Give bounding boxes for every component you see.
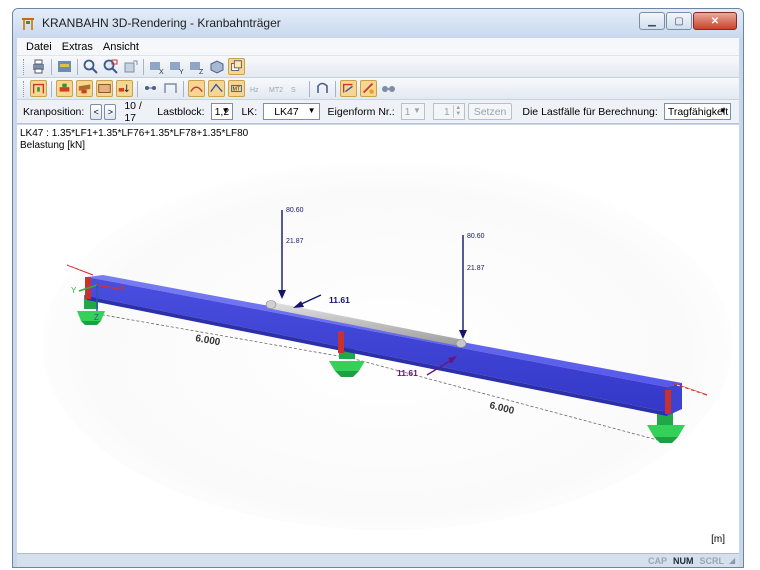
toolbar-view: X Y Z [17,56,739,78]
toolbar-grip [23,80,26,97]
render-canvas[interactable]: 6.000 6.000 X Y Z 80.60 21.87 80.60 21.8… [17,125,739,553]
glasses-icon[interactable] [380,80,397,97]
section-icon[interactable] [76,80,93,97]
result-2-icon[interactable] [208,80,225,97]
load-unit-info: Belastung [kN] [20,140,86,151]
eigenform-value: 1 [404,105,411,118]
svg-text:Y: Y [179,69,184,75]
eigenform-stepper[interactable]: 1 ▲ ▼ [432,103,465,120]
status-cap: CAP [647,555,667,566]
axis-z-label: Z [94,313,99,322]
result-1-icon[interactable] [188,80,205,97]
zoom-window-icon[interactable] [102,58,119,75]
svg-text:MT: MT [233,87,241,93]
load-combination-info: LK47 : 1.35*LF1+1.35*LF76+1.35*LF78+1.35… [20,128,249,139]
lk-select[interactable]: LK47 ▼ [263,103,320,120]
status-bar: CAP NUM SCRL ◢ [17,553,739,567]
main-window: KRANBAHN 3D-Rendering - Kranbahnträger ▁… [12,8,744,568]
svg-text:S: S [291,87,296,94]
separator [183,80,184,97]
load-2-value: 80.60 [467,233,485,240]
eigenform-select[interactable]: 1 ▼ [400,103,425,120]
separator [77,58,78,75]
parameters-bar: Kranposition: < > 10 / 17 Lastblock: 1,2… [17,100,739,124]
separator [143,58,144,75]
next-position-button[interactable]: > [104,103,117,120]
close-button[interactable]: ✕ [693,12,737,30]
status-num: NUM [673,555,694,566]
load-2-secondary-value: 21.87 [467,265,485,272]
view-iso-icon[interactable] [208,58,225,75]
previous-position-button[interactable]: < [90,103,103,120]
lastfaelle-select[interactable]: Tragfähigkeit ▼ [663,103,732,120]
members-icon[interactable] [162,80,179,97]
svg-text:X: X [159,69,164,75]
load-1-secondary-value: 21.87 [286,238,304,245]
separator [51,58,52,75]
position-counter: 10 / 17 [124,99,142,124]
resize-grip-icon[interactable]: ◢ [729,556,739,566]
chevron-down-icon: ▼ [719,106,728,115]
menu-ansicht[interactable]: Ansicht [98,41,144,53]
zoom-icon[interactable] [82,58,99,75]
svg-text:Z: Z [199,69,204,75]
beam-3d-view[interactable]: 6.000 6.000 X Y Z 80.60 21.87 80.60 21.8… [17,125,739,553]
axis-y-label: Y [71,286,77,295]
eigenform-label: Eigenform Nr.: [327,105,395,118]
separator [137,80,138,97]
menu-datei[interactable]: Datei [21,41,57,53]
toolbar-grip [23,58,26,75]
beam-icon[interactable] [56,80,73,97]
horizontal-load-1-value: 11.61 [329,295,350,305]
view-3d-icon[interactable] [228,58,245,75]
menu-extras[interactable]: Extras [57,41,98,53]
view-x-icon[interactable]: X [148,58,165,75]
toolbar-display: MT Hz MT2 S [17,78,739,100]
separator [309,80,310,97]
crane-icon [22,18,34,30]
lk-value: LK47 [274,105,299,118]
svg-text:Hz: Hz [250,87,259,94]
spin-arrows-icon: ▲ ▼ [452,105,463,118]
separator [51,80,52,97]
horizontal-load-2-value: 11.61 [397,368,418,378]
nodes-icon[interactable] [142,80,159,97]
chevron-down-icon: ▼ [413,106,421,115]
print-icon[interactable] [30,58,47,75]
panel-icon[interactable] [96,80,113,97]
lastfaelle-label: Die Lastfälle für Berechnung: [522,105,658,118]
result-5-icon[interactable]: MT2 [268,80,285,97]
result-4-icon[interactable]: Hz [248,80,265,97]
hook-icon[interactable] [314,80,331,97]
separator [335,80,336,97]
title-bar: KRANBAHN 3D-Rendering - Kranbahnträger ▁… [13,9,743,37]
loads-icon[interactable] [116,80,133,97]
status-scrl: SCRL [699,555,725,566]
render-icon[interactable] [56,58,73,75]
kranposition-label: Kranposition: [23,105,85,118]
chevron-down-icon: ▼ [307,106,316,115]
svg-text:MT2: MT2 [269,87,283,94]
chevron-down-icon: ▼ [221,106,230,115]
animate-icon[interactable] [360,80,377,97]
lastblock-label: Lastblock: [157,105,205,118]
axis-x-label: X [120,284,126,293]
frame-icon[interactable] [30,80,47,97]
eigenform-stepper-value: 1 [443,105,450,118]
length-unit-label: [m] [711,534,725,545]
lk-label: LK: [241,105,258,118]
view-z-icon[interactable]: Z [188,58,205,75]
load-1-value: 80.60 [286,207,304,214]
result-6-icon[interactable]: S [288,80,305,97]
deform-icon[interactable] [340,80,357,97]
pan-icon[interactable] [122,58,139,75]
window-title: KRANBAHN 3D-Rendering - Kranbahnträger [42,16,281,30]
setzen-button[interactable]: Setzen [467,103,513,120]
maximize-button[interactable]: ▢ [666,12,692,30]
menu-bar: Datei Extras Ansicht [17,38,739,56]
view-y-icon[interactable]: Y [168,58,185,75]
lastblock-select[interactable]: 1,2 ▼ [210,103,234,120]
result-3-icon[interactable]: MT [228,80,245,97]
minimize-button[interactable]: ▁ [639,12,665,30]
